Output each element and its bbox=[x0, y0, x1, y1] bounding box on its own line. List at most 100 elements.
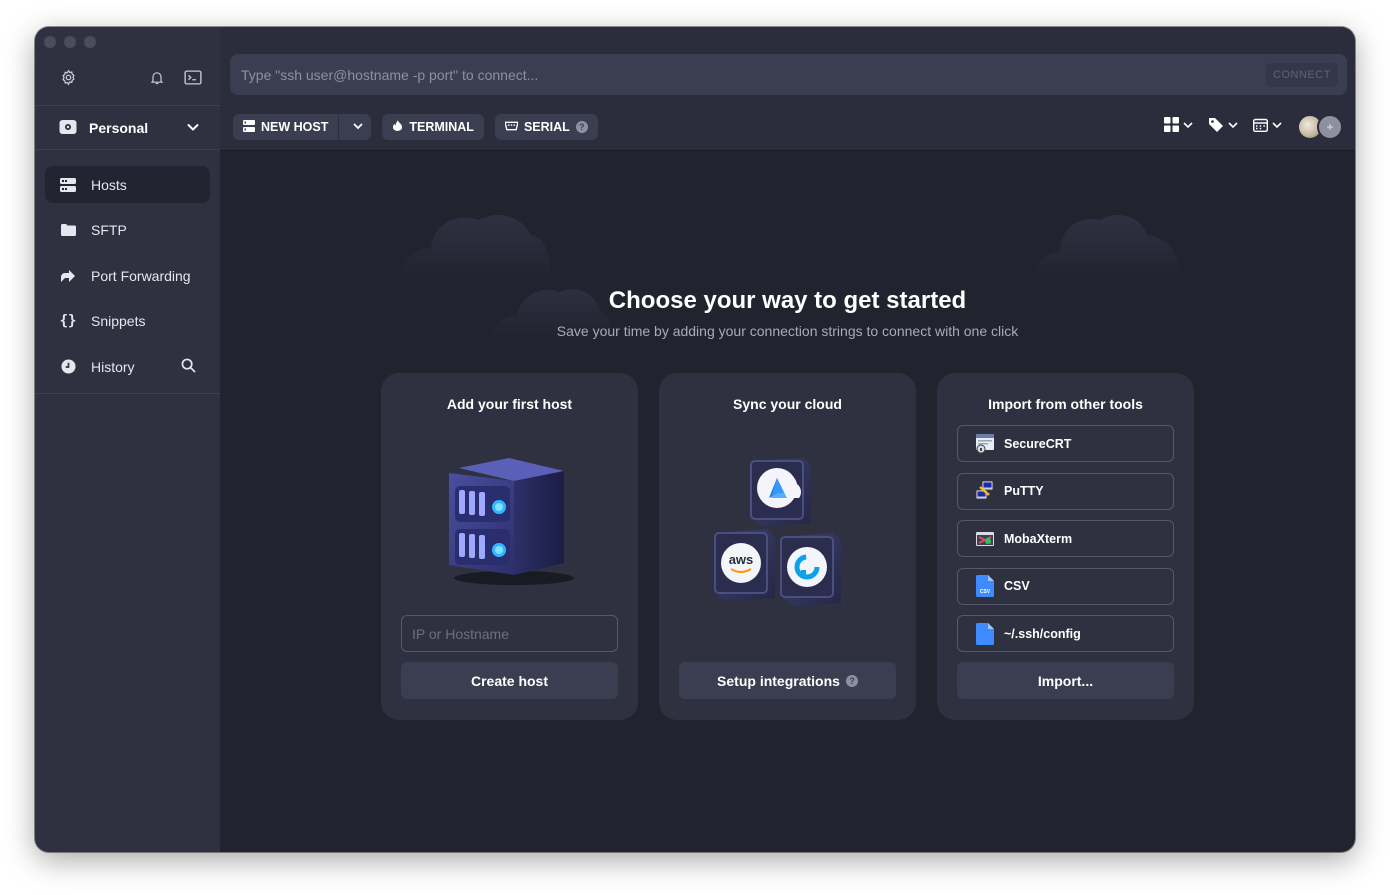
divider bbox=[35, 105, 220, 106]
card-title: Add your first host bbox=[446, 396, 573, 412]
securecrt-icon bbox=[975, 433, 995, 454]
sidebar-item-port-forwarding[interactable]: Port Forwarding bbox=[45, 257, 210, 294]
putty-icon bbox=[975, 481, 995, 501]
tag-filter[interactable] bbox=[1208, 117, 1239, 138]
file-icon bbox=[975, 622, 995, 645]
help-icon[interactable]: ? bbox=[845, 674, 858, 687]
page-title: Choose your way to get started bbox=[608, 287, 967, 314]
new-host-dropdown[interactable] bbox=[345, 114, 371, 140]
cloud-decoration-icon bbox=[401, 215, 551, 280]
add-member-icon[interactable]: + bbox=[1317, 114, 1343, 140]
sidebar-item-sftp[interactable]: SFTP bbox=[45, 212, 210, 249]
port-forwarding-icon bbox=[59, 267, 77, 285]
app-window: Personal Hosts SFTP Port Forwarding {} S… bbox=[35, 27, 1355, 852]
sidebar-item-hosts[interactable]: Hosts bbox=[45, 166, 210, 203]
chevron-down-icon bbox=[352, 120, 364, 135]
tool-label: MobaXterm bbox=[1004, 531, 1073, 546]
setup-integrations-label: Setup integrations bbox=[717, 672, 840, 689]
sync-cloud-card: Sync your cloud aws Setup integrations ? bbox=[659, 373, 916, 720]
sidebar-item-label: Snippets bbox=[91, 313, 146, 329]
terminal-label: TERMINAL bbox=[409, 120, 474, 134]
connect-button[interactable]: CONNECT bbox=[1266, 63, 1338, 87]
sidebar-item-snippets[interactable]: {} Snippets bbox=[45, 303, 210, 340]
vault-selector[interactable]: Personal bbox=[35, 107, 220, 149]
gear-icon[interactable] bbox=[57, 66, 79, 88]
tool-label: ~/.ssh/config bbox=[1004, 626, 1081, 641]
sidebar-item-label: SFTP bbox=[91, 222, 127, 238]
cloud-decoration-icon bbox=[1035, 215, 1180, 280]
sidebar-item-label: Hosts bbox=[91, 176, 127, 193]
chevron-down-icon bbox=[1182, 118, 1194, 136]
import-ssh-config-button[interactable]: ~/.ssh/config bbox=[957, 615, 1174, 652]
braces-icon: {} bbox=[59, 313, 77, 329]
zoom-window-button[interactable] bbox=[84, 36, 96, 48]
hosts-icon bbox=[59, 176, 77, 194]
top-bar: CONNECT NEW HOST bbox=[220, 27, 1355, 151]
tool-label: CSV bbox=[1004, 579, 1030, 593]
divider bbox=[35, 149, 220, 150]
terminal-button[interactable]: TERMINAL bbox=[382, 114, 484, 140]
quick-connect-input[interactable] bbox=[230, 54, 1250, 95]
import-button[interactable]: Import... bbox=[957, 662, 1174, 699]
window-controls bbox=[44, 36, 96, 48]
team-avatars[interactable]: + bbox=[1297, 114, 1343, 140]
csv-icon-text: CSV bbox=[980, 589, 991, 595]
sidebar-nav: Hosts SFTP Port Forwarding {} Snippets H… bbox=[45, 166, 210, 394]
setup-integrations-button[interactable]: Setup integrations ? bbox=[679, 662, 896, 699]
vault-icon bbox=[59, 119, 77, 138]
empty-state: Choose your way to get started Save your… bbox=[220, 152, 1355, 852]
card-title: Import from other tools bbox=[988, 396, 1143, 412]
add-host-card: Add your first host IP or Hostname Creat… bbox=[381, 373, 638, 720]
create-host-button[interactable]: Create host bbox=[401, 662, 618, 699]
sidebar-item-label: Port Forwarding bbox=[91, 267, 191, 284]
import-csv-button[interactable]: CSV CSV bbox=[957, 567, 1174, 605]
view-tools: + bbox=[1164, 114, 1343, 140]
bell-icon[interactable] bbox=[146, 66, 168, 88]
folder-icon bbox=[59, 221, 77, 239]
chevron-down-icon bbox=[1227, 118, 1239, 136]
sidebar-item-history[interactable]: History bbox=[45, 348, 210, 385]
import-putty-button[interactable]: PuTTY bbox=[957, 472, 1174, 510]
import-mobaxterm-button[interactable]: MobaXterm bbox=[957, 520, 1174, 557]
clock-icon bbox=[59, 358, 77, 376]
terminal-icon[interactable] bbox=[182, 66, 204, 88]
serial-port-icon bbox=[504, 120, 519, 134]
import-securecrt-button[interactable]: SecureCRT bbox=[957, 425, 1174, 462]
server-icon bbox=[243, 119, 255, 135]
serial-label: SERIAL bbox=[523, 120, 570, 134]
import-card: Import from other tools SecureCRT PuTTY bbox=[937, 373, 1194, 720]
new-host-split-button: NEW HOST bbox=[233, 114, 372, 140]
divider bbox=[35, 393, 220, 394]
new-host-label: NEW HOST bbox=[261, 120, 329, 134]
cloud-providers-illustration: aws bbox=[714, 458, 841, 606]
tool-label: SecureCRT bbox=[1004, 436, 1072, 451]
help-icon[interactable]: ? bbox=[575, 121, 588, 133]
grid-icon bbox=[1164, 117, 1179, 137]
csv-file-icon: CSV bbox=[975, 575, 995, 597]
tag-icon bbox=[1208, 117, 1224, 138]
chevron-down-icon bbox=[1271, 118, 1283, 136]
server-illustration-icon bbox=[449, 458, 574, 585]
minimize-window-button[interactable] bbox=[64, 36, 76, 48]
toolbar: NEW HOST TERMINAL SERIAL ? bbox=[233, 114, 598, 140]
hostname-input[interactable] bbox=[401, 615, 618, 652]
new-host-button[interactable]: NEW HOST bbox=[233, 114, 340, 140]
sort-menu[interactable] bbox=[1252, 118, 1283, 137]
chevron-down-icon bbox=[186, 120, 200, 137]
main-area: CONNECT NEW HOST bbox=[220, 27, 1355, 852]
aws-logo-text: aws bbox=[729, 552, 754, 567]
tool-label: PuTTY bbox=[1004, 484, 1044, 498]
sidebar-item-label: History bbox=[91, 358, 135, 375]
vault-name: Personal bbox=[89, 120, 149, 136]
layout-toggle[interactable] bbox=[1164, 117, 1194, 137]
terminal-flame-icon bbox=[392, 120, 403, 134]
sidebar-top-actions bbox=[35, 63, 220, 105]
calendar-icon bbox=[1252, 118, 1269, 137]
search-icon[interactable] bbox=[181, 358, 196, 376]
close-window-button[interactable] bbox=[44, 36, 56, 48]
card-title: Sync your cloud bbox=[733, 396, 842, 412]
serial-button[interactable]: SERIAL ? bbox=[494, 114, 598, 140]
sidebar: Personal Hosts SFTP Port Forwarding {} S… bbox=[35, 27, 220, 852]
mobaxterm-icon bbox=[975, 529, 995, 549]
page-subtitle: Save your time by adding your connection… bbox=[556, 323, 1019, 339]
